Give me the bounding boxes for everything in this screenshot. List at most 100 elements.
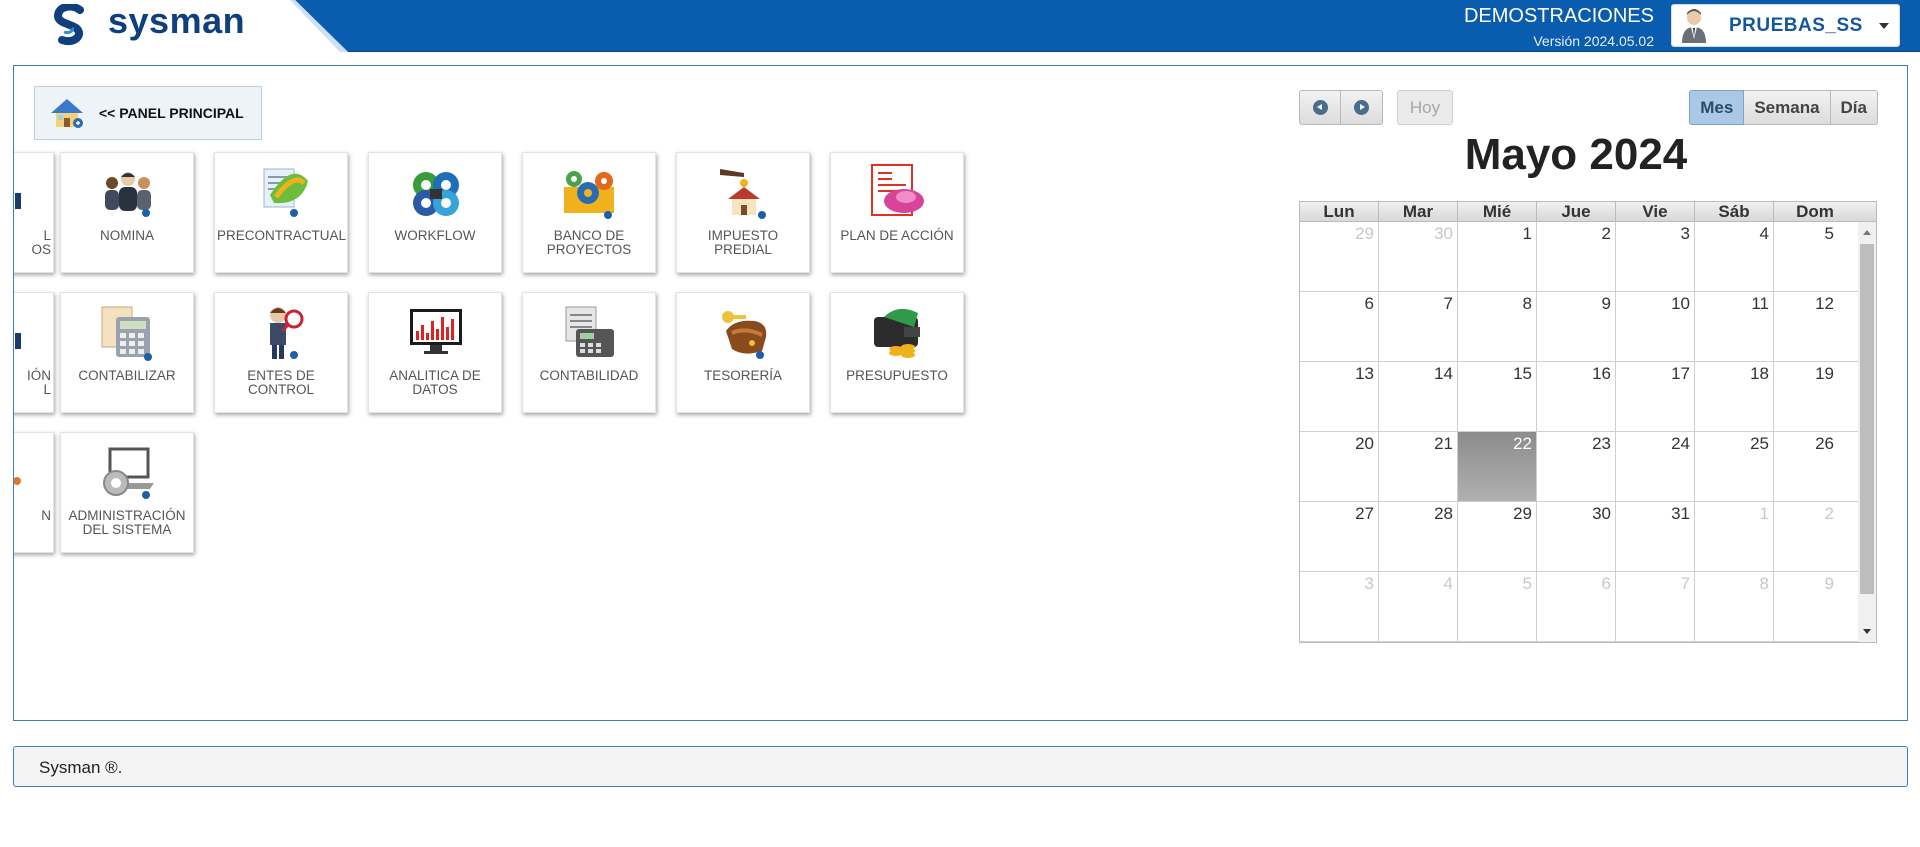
module-analitica-datos-label: ANALITICA DE DATOS xyxy=(389,368,481,397)
calendar-day-cell[interactable]: 4 xyxy=(1695,222,1774,291)
calendar-day-cell[interactable]: 20 xyxy=(1300,432,1379,501)
calendar-day-cell[interactable]: 13 xyxy=(1300,362,1379,431)
module-administracion-sistema[interactable]: ADMINISTRACIÓN DEL SISTEMA xyxy=(60,432,194,553)
calendar-day-cell[interactable]: 30 xyxy=(1537,502,1616,571)
calendar-day-cell[interactable]: 16 xyxy=(1537,362,1616,431)
user-name: PRUEBAS_SS xyxy=(1729,14,1863,36)
calendar-day-cell[interactable]: 24 xyxy=(1616,432,1695,501)
inspector-icon xyxy=(270,307,304,359)
footer-text: Sysman ®. xyxy=(39,758,123,777)
calendar-day-cell[interactable]: 7 xyxy=(1379,292,1458,361)
calendar-day-cell[interactable]: 3 xyxy=(1616,222,1695,291)
module-entes-control[interactable]: ENTES DE CONTROL xyxy=(214,292,348,413)
weekday-label: Jue xyxy=(1537,202,1616,221)
panel-principal-button[interactable]: << PANEL PRINCIPAL xyxy=(34,86,262,140)
calendar-day-cell[interactable]: 22 xyxy=(1458,432,1537,501)
company-name: DEMOSTRACIONES xyxy=(1463,5,1654,27)
calendar-day-cell[interactable]: 9 xyxy=(1537,292,1616,361)
calendar-day-cell[interactable]: 26 xyxy=(1774,432,1856,501)
calendar-day-cell[interactable]: 2 xyxy=(1774,502,1856,571)
calendar-day-cell[interactable]: 19 xyxy=(1774,362,1856,431)
calendar-day-cell[interactable]: 5 xyxy=(1774,222,1856,291)
weekday-label: Vie xyxy=(1616,202,1695,221)
module-administracion-sistema-label: ADMINISTRACIÓN DEL SISTEMA xyxy=(68,508,186,537)
calendar-day-cell[interactable]: 15 xyxy=(1458,362,1537,431)
calendar-day-cell[interactable]: 1 xyxy=(1458,222,1537,291)
panel-principal-label: << PANEL PRINCIPAL xyxy=(99,105,244,121)
calendar-day-cell[interactable]: 3 xyxy=(1300,572,1379,641)
calendar-day-cell[interactable]: 1 xyxy=(1695,502,1774,571)
weekday-label: Dom xyxy=(1796,202,1834,221)
plan-icon xyxy=(871,164,924,216)
calendar-day-cell[interactable]: 12 xyxy=(1774,292,1856,361)
house-tax-icon xyxy=(720,169,766,219)
prev-month-button[interactable] xyxy=(1299,90,1341,125)
scroll-up-icon[interactable] xyxy=(1863,230,1871,235)
module-impuesto-predial-label: IMPUESTO PREDIAL xyxy=(707,228,779,257)
calendar-day-cell[interactable]: 29 xyxy=(1458,502,1537,571)
calendar-day-cell[interactable]: 29 xyxy=(1300,222,1379,291)
calendar-week-row: 3456789 xyxy=(1300,572,1876,642)
module-presupuesto[interactable]: PRESUPUESTO xyxy=(830,292,964,413)
gears-icon xyxy=(413,172,459,216)
weekday-label: Lun xyxy=(1300,202,1379,221)
logo-area: sysman xyxy=(0,0,348,52)
calendar-day-cell[interactable]: 28 xyxy=(1379,502,1458,571)
calendar-day-cell[interactable]: 21 xyxy=(1379,432,1458,501)
module-partial-2[interactable]: IÓN L xyxy=(14,292,54,413)
calendar-day-cell[interactable]: 8 xyxy=(1695,572,1774,641)
calendar-day-cell[interactable]: 7 xyxy=(1616,572,1695,641)
gear-project-icon xyxy=(564,171,614,219)
calendar-day-cell[interactable]: 23 xyxy=(1537,432,1616,501)
module-contabilidad[interactable]: CONTABILIDAD xyxy=(522,292,656,413)
next-month-button[interactable] xyxy=(1341,90,1383,125)
today-button[interactable]: Hoy xyxy=(1397,90,1453,125)
module-partial-1-label: L OS xyxy=(31,228,51,257)
module-workflow-label: WORKFLOW xyxy=(394,228,476,243)
arrow-right-icon xyxy=(1354,100,1369,115)
calendar-day-cell[interactable]: 6 xyxy=(1537,572,1616,641)
module-partial-3-label: N xyxy=(41,508,51,523)
view-week-button[interactable]: Semana xyxy=(1744,90,1831,125)
calendar-day-cell[interactable]: 17 xyxy=(1616,362,1695,431)
view-switcher: Mes Semana Día xyxy=(1689,90,1878,125)
scroll-thumb[interactable] xyxy=(1860,244,1874,594)
calendar-day-cell[interactable]: 14 xyxy=(1379,362,1458,431)
calendar-scrollbar[interactable] xyxy=(1858,222,1876,642)
user-menu-button[interactable]: PRUEBAS_SS xyxy=(1671,4,1900,47)
view-day-button[interactable]: Día xyxy=(1830,90,1878,125)
module-tesoreria[interactable]: TESORERÍA xyxy=(676,292,810,413)
module-workflow[interactable]: WORKFLOW xyxy=(368,152,502,273)
cash-register-icon xyxy=(565,306,614,357)
calendar-day-cell[interactable]: 5 xyxy=(1458,572,1537,641)
calendar-day-cell[interactable]: 30 xyxy=(1379,222,1458,291)
calendar-week-row: 29 30 1 2 3 4 5 xyxy=(1300,222,1876,292)
calendar-day-cell[interactable]: 8 xyxy=(1458,292,1537,361)
module-contabilizar[interactable]: CONTABILIZAR xyxy=(60,292,194,413)
weekday-label: Mié xyxy=(1458,202,1537,221)
sysman-logo-icon xyxy=(53,4,84,45)
view-month-button[interactable]: Mes xyxy=(1689,90,1745,125)
calendar-day-cell[interactable]: 9 xyxy=(1774,572,1856,641)
scroll-down-icon[interactable] xyxy=(1863,629,1871,634)
module-banco-proyectos[interactable]: BANCO DE PROYECTOS xyxy=(522,152,656,273)
calendar-day-cell[interactable]: 4 xyxy=(1379,572,1458,641)
module-precontractual-label: PRECONTRACTUAL xyxy=(217,228,347,243)
calendar-day-cell[interactable]: 25 xyxy=(1695,432,1774,501)
calendar-day-cell[interactable]: 6 xyxy=(1300,292,1379,361)
calendar-day-cell[interactable]: 18 xyxy=(1695,362,1774,431)
calendar-day-cell[interactable]: 10 xyxy=(1616,292,1695,361)
calendar-day-cell[interactable]: 2 xyxy=(1537,222,1616,291)
calendar-weeks: 29 30 1 2 3 4 5 6 7 8 9 10 11 12 13 14 15 16 17 18 19 20 21 22 2… xyxy=(1300,222,1876,642)
module-impuesto-predial[interactable]: IMPUESTO PREDIAL xyxy=(676,152,810,273)
module-partial-1[interactable]: L OS xyxy=(14,152,54,273)
module-precontractual[interactable]: PRECONTRACTUAL xyxy=(214,152,348,273)
module-nomina[interactable]: NOMINA xyxy=(60,152,194,273)
calendar-day-cell[interactable]: 27 xyxy=(1300,502,1379,571)
module-plan-accion[interactable]: PLAN DE ACCIÓN xyxy=(830,152,964,273)
module-partial-3[interactable]: N xyxy=(14,432,54,553)
calendar-day-cell[interactable]: 11 xyxy=(1695,292,1774,361)
top-header: sysman DEMOSTRACIONES Versión 2024.05.02… xyxy=(0,0,1920,52)
module-analitica-datos[interactable]: ANALITICA DE DATOS xyxy=(368,292,502,413)
calendar-day-cell[interactable]: 31 xyxy=(1616,502,1695,571)
